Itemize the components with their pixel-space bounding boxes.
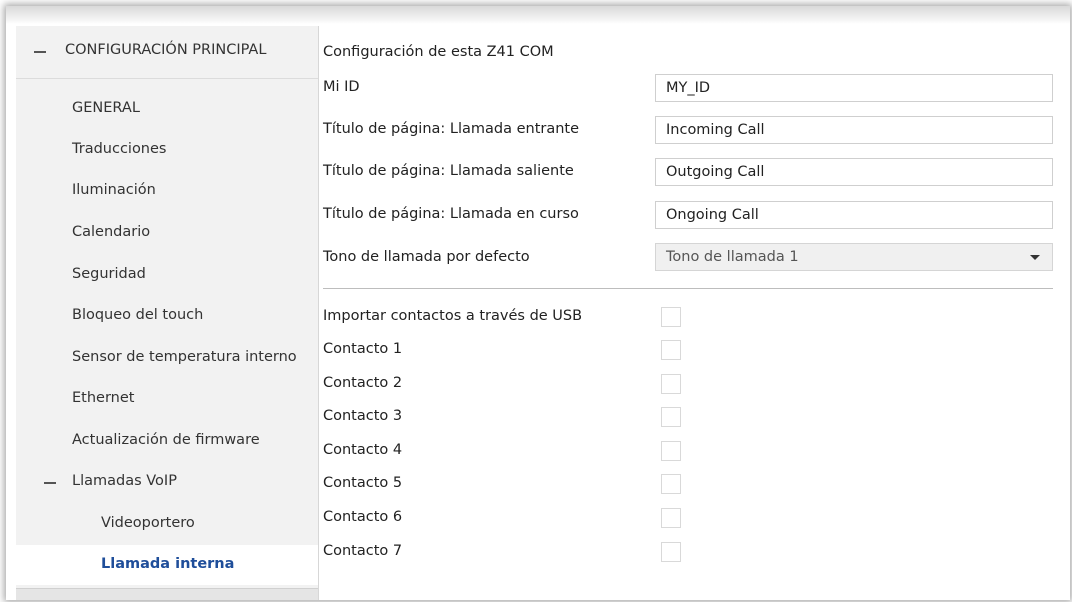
sidebar-item-label: Llamada interna <box>101 556 235 572</box>
sidebar-item-label: Videoportero <box>101 515 195 531</box>
checkbox-label-importar-usb: Importar contactos a través de USB <box>323 308 583 324</box>
checkbox-label-contacto-7: Contacto 7 <box>323 543 403 559</box>
sidebar-item-seguridad[interactable]: Seguridad <box>16 254 318 294</box>
contacto-2-checkbox[interactable] <box>661 374 681 394</box>
collapse-icon[interactable] <box>34 51 46 53</box>
top-shadow <box>6 6 1070 24</box>
contacto-7-checkbox[interactable] <box>661 542 681 562</box>
field-label-llamada-entrante: Título de página: Llamada entrante <box>323 121 580 137</box>
window-frame: CONFIGURACIÓN PRINCIPAL GENERAL Traducci… <box>6 6 1070 600</box>
sidebar-scroll-edge <box>16 588 318 600</box>
sidebar-item-label: Actualización de firmware <box>72 432 260 448</box>
field-label-llamada-en-curso: Título de página: Llamada en curso <box>323 206 579 222</box>
sidebar-item-label: Ethernet <box>72 390 135 406</box>
sidebar-item-label: Sensor de temperatura interno <box>72 349 297 365</box>
sidebar-item-label: Calendario <box>72 224 151 240</box>
field-label-mi-id: Mi ID <box>323 79 360 95</box>
checkbox-label-contacto-3: Contacto 3 <box>323 408 403 424</box>
sidebar-item-label: Iluminación <box>72 182 156 198</box>
sidebar-item-general[interactable]: GENERAL <box>16 88 318 128</box>
main-panel: Configuración de esta Z41 COM Mi ID MY_I… <box>319 26 1070 600</box>
checkbox-label-contacto-4: Contacto 4 <box>323 442 403 458</box>
checkbox-label-contacto-1: Contacto 1 <box>323 341 403 357</box>
ringtone-select[interactable]: Tono de llamada 1 <box>655 243 1053 271</box>
section-title: Configuración de esta Z41 COM <box>323 44 554 60</box>
mi-id-input[interactable]: MY_ID <box>655 74 1053 102</box>
sidebar-item-label: Seguridad <box>72 266 146 282</box>
sidebar-item-calendario[interactable]: Calendario <box>16 213 318 253</box>
sidebar-item-label: GENERAL <box>72 100 140 116</box>
llamada-saliente-input[interactable]: Outgoing Call <box>655 158 1053 186</box>
sidebar-header[interactable]: CONFIGURACIÓN PRINCIPAL <box>16 26 318 79</box>
collapse-icon[interactable] <box>44 482 56 484</box>
contacto-4-checkbox[interactable] <box>661 441 681 461</box>
llamada-entrante-input[interactable]: Incoming Call <box>655 116 1053 144</box>
checkbox-label-contacto-6: Contacto 6 <box>323 509 403 525</box>
sidebar-item-ethernet[interactable]: Ethernet <box>16 379 318 419</box>
sidebar-item-llamadas-voip[interactable]: Llamadas VoIP <box>16 462 318 502</box>
ringtone-select-value: Tono de llamada 1 <box>666 249 799 265</box>
contacto-5-checkbox[interactable] <box>661 474 681 494</box>
contacto-1-checkbox[interactable] <box>661 340 681 360</box>
ringtone-label: Tono de llamada por defecto <box>323 249 530 265</box>
sidebar-item-label: Llamadas VoIP <box>72 473 177 489</box>
chevron-down-icon[interactable] <box>1030 255 1040 260</box>
checkbox-label-contacto-5: Contacto 5 <box>323 475 403 491</box>
sidebar: CONFIGURACIÓN PRINCIPAL GENERAL Traducci… <box>16 26 319 600</box>
checkbox-label-contacto-2: Contacto 2 <box>323 375 403 391</box>
sidebar-item-llamada-interna[interactable]: Llamada interna <box>16 545 318 585</box>
sidebar-item-videoportero[interactable]: Videoportero <box>16 503 318 543</box>
sidebar-header-label: CONFIGURACIÓN PRINCIPAL <box>65 42 267 58</box>
llamada-en-curso-input[interactable]: Ongoing Call <box>655 201 1053 229</box>
sidebar-item-label: Traducciones <box>72 141 167 157</box>
sidebar-item-iluminacion[interactable]: Iluminación <box>16 171 318 211</box>
sidebar-item-bloqueo-touch[interactable]: Bloqueo del touch <box>16 296 318 336</box>
sidebar-item-label: Bloqueo del touch <box>72 307 204 323</box>
importar-usb-checkbox[interactable] <box>661 307 681 327</box>
field-label-llamada-saliente: Título de página: Llamada saliente <box>323 163 574 179</box>
sidebar-item-traducciones[interactable]: Traducciones <box>16 130 318 170</box>
sidebar-item-actualizacion-firmware[interactable]: Actualización de firmware <box>16 420 318 460</box>
divider <box>323 288 1053 289</box>
sidebar-item-sensor-temperatura[interactable]: Sensor de temperatura interno <box>16 337 318 377</box>
contacto-6-checkbox[interactable] <box>661 508 681 528</box>
contacto-3-checkbox[interactable] <box>661 407 681 427</box>
